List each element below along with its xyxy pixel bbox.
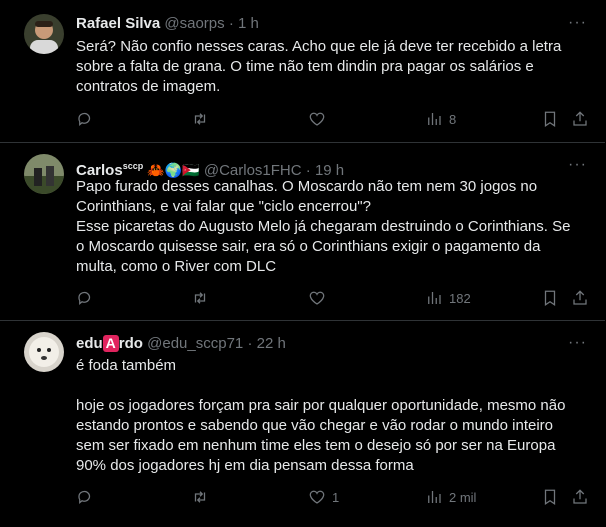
display-name-part: rdo [118, 335, 143, 352]
display-name-part: edu [76, 335, 103, 352]
share-icon [573, 290, 587, 305]
handle[interactable]: @edu_sccp71 [147, 335, 243, 352]
views-button[interactable]: 182 [425, 288, 471, 308]
bookmark-button[interactable] [541, 109, 559, 129]
retweet-button[interactable] [191, 487, 215, 507]
more-options-button[interactable]: ··· [568, 334, 587, 352]
analytics-icon [428, 113, 441, 125]
reply-icon [78, 291, 91, 305]
heart-icon [309, 291, 325, 305]
reply-icon [78, 112, 91, 126]
analytics-icon [428, 292, 441, 304]
separator-dot: · [228, 15, 234, 32]
bookmark-icon [544, 111, 556, 127]
tweet[interactable]: Rafael Silva @saorps · 1 h ··· Será? Não… [0, 0, 605, 143]
avatar[interactable] [24, 154, 64, 194]
reply-button[interactable] [76, 487, 100, 507]
retweet-button[interactable] [191, 109, 215, 129]
avatar[interactable] [24, 332, 64, 372]
separator-dot: · [247, 335, 253, 352]
share-icon [573, 111, 587, 126]
retweet-button[interactable] [191, 288, 215, 308]
like-button[interactable] [308, 288, 332, 308]
reply-button[interactable] [76, 288, 100, 308]
retweet-icon [194, 113, 206, 125]
view-count: 182 [449, 290, 471, 306]
retweet-icon [194, 292, 206, 304]
retweet-icon [194, 491, 206, 503]
view-count: 2 mil [449, 489, 477, 505]
action-bar: 182 [76, 288, 591, 308]
display-name[interactable]: edu Ardo [76, 335, 143, 352]
bookmark-button[interactable] [541, 288, 559, 308]
heart-icon [309, 112, 325, 126]
avatar[interactable] [24, 14, 64, 54]
share-icon [573, 489, 587, 504]
timestamp[interactable]: 1 h [238, 15, 259, 32]
display-name-badge: A [102, 335, 119, 352]
reply-button[interactable] [76, 109, 100, 129]
bookmark-icon [544, 290, 556, 306]
bookmark-button[interactable] [541, 487, 559, 507]
view-count: 8 [449, 111, 457, 127]
heart-icon [309, 490, 325, 504]
like-button[interactable]: 1 [308, 487, 339, 507]
share-button[interactable] [571, 288, 589, 308]
like-count: 1 [332, 489, 340, 505]
analytics-icon [428, 491, 441, 503]
more-options-button[interactable]: ··· [568, 156, 587, 174]
tweet[interactable]: edu Ardo @edu_sccp71 · 22 h ··· é foda ta… [0, 320, 605, 527]
more-options-button[interactable]: ··· [568, 14, 587, 32]
tweet-text: Será? Não confio nesses caras. Acho que … [76, 38, 562, 95]
action-bar: 8 [76, 109, 591, 129]
share-button[interactable] [571, 487, 589, 507]
display-name-sup: sccp [122, 161, 144, 171]
like-button[interactable] [308, 109, 332, 129]
share-button[interactable] [571, 109, 589, 129]
tweet-text: é foda também hoje os jogadores forçam p… [76, 357, 566, 474]
name-emojis: 🦀🌍🇯🇴 [147, 162, 200, 178]
tweet-header: Rafael Silva @saorps · 1 h [76, 14, 259, 34]
tweet[interactable]: Carlossccp 🦀🌍🇯🇴 @Carlos1FHC · 19 h ··· P… [0, 142, 605, 321]
views-button[interactable]: 8 [425, 109, 456, 129]
timestamp[interactable]: 22 h [257, 335, 286, 352]
reply-icon [78, 490, 91, 504]
tweet-header: edu Ardo @edu_sccp71 · 22 h [76, 334, 286, 354]
tweet-text: Papo furado desses canalhas. O Moscardo … [76, 178, 571, 275]
views-button[interactable]: 2 mil [425, 487, 476, 507]
display-name[interactable]: Rafael Silva [76, 15, 160, 32]
handle[interactable]: @saorps [164, 15, 224, 32]
bookmark-icon [544, 489, 556, 505]
action-bar: 1 2 mil [76, 487, 591, 507]
